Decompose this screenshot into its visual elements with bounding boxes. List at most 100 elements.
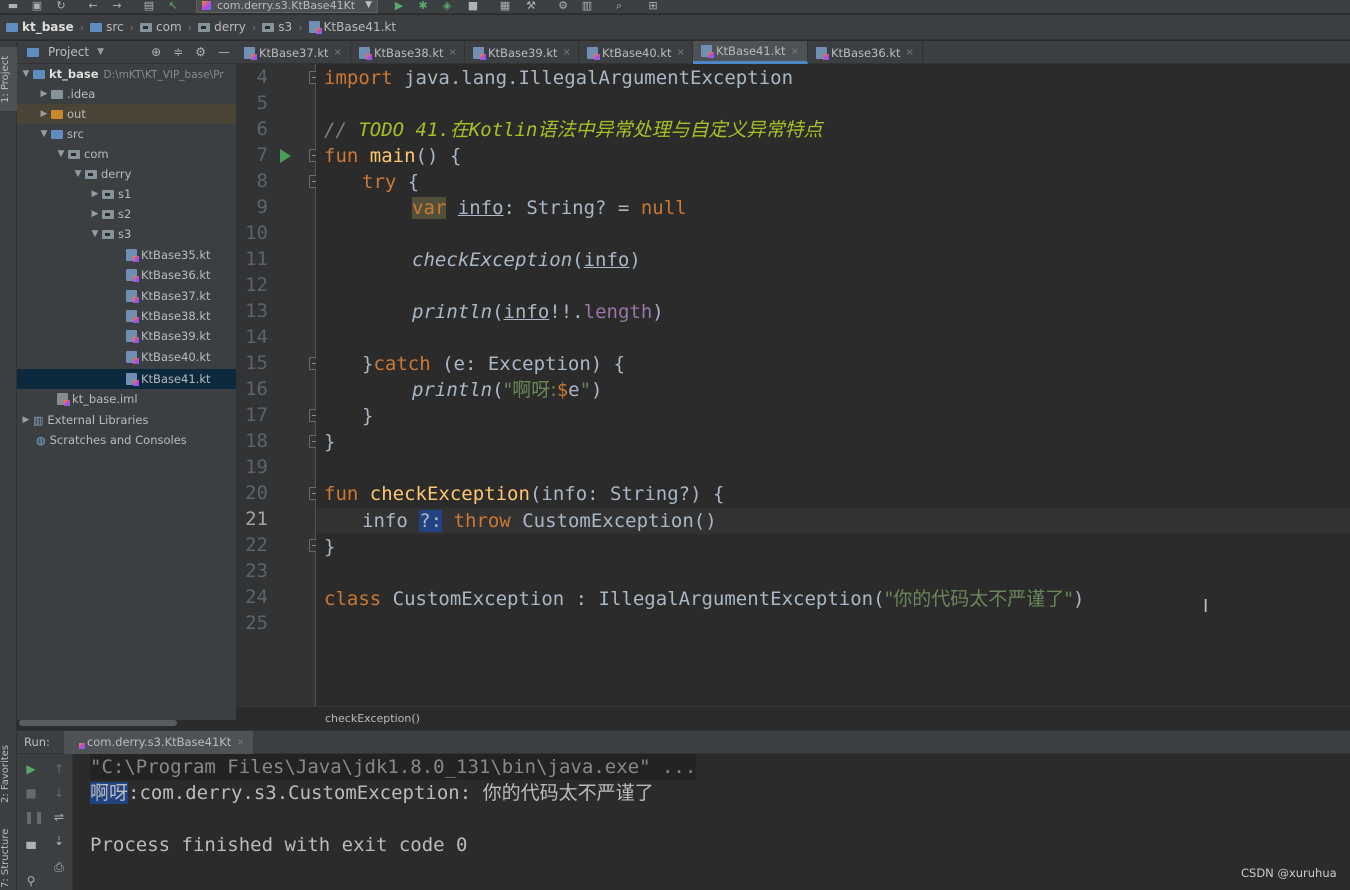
tree-item-ktbase40[interactable]: KtBase40.kt	[17, 347, 236, 367]
locate-icon[interactable]: ⊕	[151, 45, 161, 59]
tool-tab-project[interactable]: 1: Project	[0, 47, 17, 111]
expanded-arrow-icon[interactable]: ▼	[19, 69, 33, 79]
tree-item-idea[interactable]: ▶ .idea	[17, 84, 236, 104]
breadcrumb-item-kt-base[interactable]: kt_base	[6, 20, 74, 34]
gear-icon[interactable]: ⚙	[195, 45, 206, 59]
up-arrow-icon[interactable]: ↑	[52, 762, 66, 776]
tree-item-ktbase37[interactable]: KtBase37.kt	[17, 286, 236, 306]
tree-item-out[interactable]: ▶ out	[17, 104, 236, 124]
tree-item-kt-base[interactable]: ▼ kt_base D:\mKT\KT_VIP_base\Pr	[17, 64, 236, 84]
tree-item-s3[interactable]: ▼ s3	[17, 224, 236, 244]
tree-item-com[interactable]: ▼ com	[17, 144, 236, 164]
run-tab[interactable]: com.derry.s3.KtBase41Kt ×	[63, 730, 253, 754]
tree-item-ktbase41[interactable]: KtBase41.kt	[17, 369, 236, 389]
close-icon[interactable]: ×	[449, 47, 457, 58]
pause-icon[interactable]: ❚❚	[24, 810, 44, 824]
expanded-arrow-icon[interactable]: ▼	[37, 129, 51, 139]
breadcrumb-item-s3[interactable]: s3	[262, 20, 292, 34]
tab-ktbase41[interactable]: KtBase41.kt ×	[693, 41, 808, 64]
tab-ktbase36[interactable]: KtBase36.kt ×	[808, 41, 923, 64]
close-icon[interactable]: ×	[677, 47, 685, 58]
collapse-all-icon[interactable]: ≑	[173, 45, 183, 59]
tab-ktbase40[interactable]: KtBase40.kt ×	[579, 41, 693, 64]
close-icon[interactable]: ×	[906, 47, 914, 58]
function-name: checkException	[369, 483, 530, 505]
run-icon[interactable]: ▶	[392, 0, 406, 12]
editor-breadcrumb-item[interactable]: checkException()	[325, 712, 420, 725]
hammer-icon[interactable]: ↖	[166, 0, 180, 12]
close-icon[interactable]: ×	[791, 46, 799, 57]
stop-icon[interactable]: ■	[24, 786, 38, 800]
open-icon[interactable]: ▬	[6, 0, 20, 12]
vcs-icon[interactable]: ⊞	[646, 0, 660, 12]
tree-item-src[interactable]: ▼ src	[17, 124, 236, 144]
tab-ktbase38[interactable]: KtBase38.kt ×	[351, 41, 465, 64]
collapsed-arrow-icon[interactable]: ▶	[88, 189, 102, 199]
console-output[interactable]: "C:\Program Files\Java\jdk1.8.0_131\bin\…	[73, 754, 1350, 890]
close-icon[interactable]: ×	[334, 47, 342, 58]
print-icon[interactable]: ⎙	[52, 860, 66, 874]
breadcrumb-item-file[interactable]: KtBase41.kt	[308, 20, 396, 34]
tool-tab-structure[interactable]: 7: Structure	[0, 827, 17, 889]
code-editor[interactable]: import java.lang.IllegalArgumentExceptio…	[316, 64, 1350, 706]
package-icon	[102, 209, 114, 219]
line-number: 18	[245, 430, 268, 452]
tree-item-kt-base-iml[interactable]: kt_base.iml	[17, 389, 236, 409]
tab-ktbase39[interactable]: KtBase39.kt ×	[465, 41, 579, 64]
minimize-icon[interactable]: —	[218, 45, 230, 59]
dump-threads-icon[interactable]: ▀	[24, 842, 38, 856]
search-icon[interactable]: ⌕	[612, 0, 626, 12]
expanded-arrow-icon[interactable]: ▼	[54, 149, 68, 159]
breadcrumb-item-src[interactable]: src	[90, 20, 124, 34]
soft-wrap-icon[interactable]: ⇌	[52, 810, 66, 824]
sdk-icon[interactable]: ⚒	[524, 0, 538, 12]
tree-item-ktbase38[interactable]: KtBase38.kt	[17, 306, 236, 326]
layout-icon[interactable]: ▥	[580, 0, 594, 12]
editor-gutter[interactable]: 4 5 6 7 8 9 10 11 12 13 14 15 16 17 18 1…	[236, 64, 320, 706]
build-icon[interactable]: ▤	[142, 0, 156, 12]
rerun-icon[interactable]: ▶	[24, 762, 38, 776]
back-icon[interactable]: ←	[86, 0, 100, 12]
run-config-selector[interactable]: com.derry.s3.KtBase41Kt ▼	[196, 0, 378, 13]
run-config-label: com.derry.s3.KtBase41Kt	[217, 0, 356, 12]
tree-item-s2[interactable]: ▶ s2	[17, 204, 236, 224]
run-main-icon[interactable]	[280, 149, 291, 163]
tree-item-derry[interactable]: ▼ derry	[17, 164, 236, 184]
coverage-icon[interactable]: ◈	[440, 0, 454, 12]
pin-icon[interactable]: ⚲	[24, 874, 38, 888]
save-icon[interactable]: ▣	[30, 0, 44, 12]
close-icon[interactable]: ×	[563, 47, 571, 58]
tree-label: s3	[118, 227, 132, 241]
project-structure-icon[interactable]: ▦	[498, 0, 512, 12]
close-icon[interactable]: ×	[236, 737, 244, 748]
tree-item-ktbase36[interactable]: KtBase36.kt	[17, 265, 236, 285]
wrench-icon[interactable]: ⚙	[556, 0, 570, 12]
collapsed-arrow-icon[interactable]: ▶	[88, 209, 102, 219]
project-view-selector[interactable]: Project	[48, 45, 89, 59]
breadcrumb-item-derry[interactable]: derry	[198, 20, 246, 34]
tree-item-ktbase35[interactable]: KtBase35.kt	[17, 245, 236, 265]
collapsed-arrow-icon[interactable]: ▶	[19, 415, 33, 425]
keyword: null	[640, 197, 687, 219]
collapsed-arrow-icon[interactable]: ▶	[37, 109, 51, 119]
stop-icon[interactable]: ■	[466, 0, 480, 12]
expanded-arrow-icon[interactable]: ▼	[88, 229, 102, 239]
keyword: var	[412, 197, 447, 219]
chevron-down-icon[interactable]: ▼	[97, 47, 104, 57]
sync-icon[interactable]: ↻	[54, 0, 68, 12]
tree-item-scratches[interactable]: ◍ Scratches and Consoles	[17, 430, 236, 450]
breadcrumb-item-com[interactable]: com	[140, 20, 182, 34]
tab-ktbase37[interactable]: KtBase37.kt ×	[236, 41, 351, 64]
tree-item-s1[interactable]: ▶ s1	[17, 184, 236, 204]
down-arrow-icon[interactable]: ↓	[52, 786, 66, 800]
tree-item-external-libraries[interactable]: ▶ ▥ External Libraries	[17, 410, 236, 430]
breadcrumb-label: kt_base	[22, 20, 74, 34]
tree-item-ktbase39[interactable]: KtBase39.kt	[17, 326, 236, 346]
project-tree-scrollbar[interactable]	[19, 720, 177, 726]
tool-tab-favorites[interactable]: 2: Favorites	[0, 735, 17, 813]
debug-icon[interactable]: ✱	[416, 0, 430, 12]
forward-icon[interactable]: →	[110, 0, 124, 12]
collapsed-arrow-icon[interactable]: ▶	[37, 89, 51, 99]
expanded-arrow-icon[interactable]: ▼	[71, 169, 85, 179]
scroll-to-end-icon[interactable]: ⇣	[52, 834, 66, 848]
